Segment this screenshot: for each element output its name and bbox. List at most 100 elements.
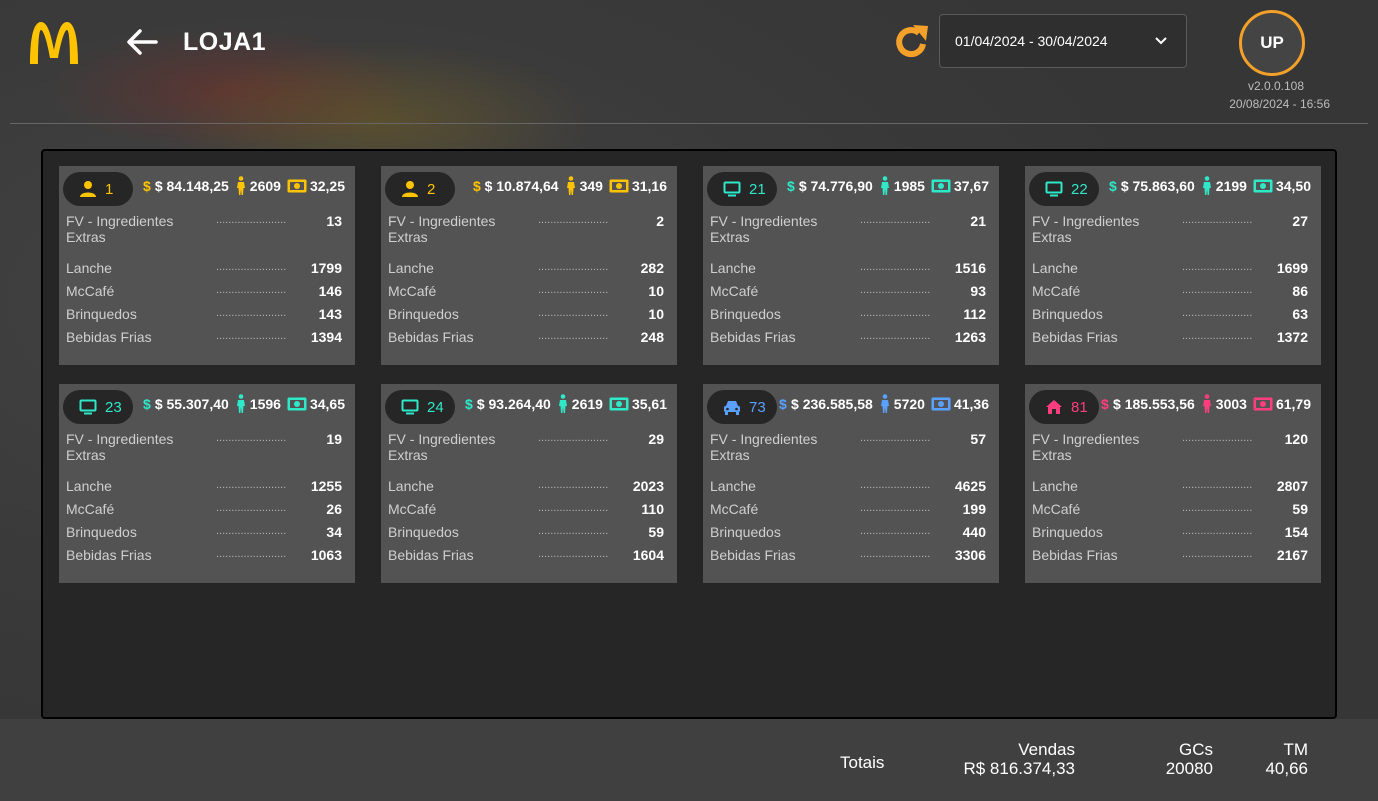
pos-chip: 22 xyxy=(1029,172,1099,206)
item-label: McCafé xyxy=(66,283,115,299)
item-label: Lanche xyxy=(66,260,112,276)
store-card[interactable]: 81 $ $ 185.553,56 3003 61,79 FV - Ingred… xyxy=(1025,384,1321,583)
sales-value: $ 185.553,56 xyxy=(1113,396,1195,412)
person-walking-icon xyxy=(1201,394,1213,414)
pos-code: 22 xyxy=(1071,180,1088,198)
dot-leader: ....................... xyxy=(860,479,931,491)
store-card[interactable]: 1 $ $ 84.148,25 2609 32,25 FV - Ingredie… xyxy=(59,166,355,365)
item-label: Bebidas Frias xyxy=(388,329,474,345)
sales-stat: $ $ 185.553,56 xyxy=(1101,396,1195,412)
ticket-value: 34,65 xyxy=(309,396,345,412)
guests-value: 349 xyxy=(579,178,603,194)
item-value: 282 xyxy=(640,260,664,276)
item-label: Brinquedos xyxy=(66,306,137,322)
guests-value: 2619 xyxy=(571,396,603,412)
item-label: McCafé xyxy=(710,283,759,299)
item-label: FV - Ingredientes Extras xyxy=(710,431,818,463)
guests-value: 3003 xyxy=(1215,396,1247,412)
version-text: v2.0.0.108 xyxy=(1247,79,1304,93)
pos-code: 81 xyxy=(1071,398,1088,416)
item-value: 3306 xyxy=(954,547,986,563)
sales-value: $ 84.148,25 xyxy=(154,178,229,194)
dot-leader: ....................... xyxy=(1182,284,1253,296)
guests-stat: 2609 xyxy=(235,176,281,196)
monitor-icon xyxy=(723,180,749,198)
sales-value: $ 236.585,58 xyxy=(791,396,873,412)
item-label: Brinquedos xyxy=(388,306,459,322)
card-stats: $ $ 236.585,58 5720 41,36 xyxy=(779,394,989,414)
item-label: McCafé xyxy=(1032,283,1081,299)
store-card[interactable]: 73 $ $ 236.585,58 5720 41,36 FV - Ingred… xyxy=(703,384,999,583)
refresh-icon[interactable] xyxy=(892,22,930,62)
dot-leader: ....................... xyxy=(216,432,287,444)
dot-leader: ....................... xyxy=(860,284,931,296)
store-card[interactable]: 2 $ $ 10.874,64 349 31,16 FV - Ingredien… xyxy=(381,166,677,365)
dot-leader: ....................... xyxy=(216,261,287,273)
pos-code: 23 xyxy=(105,398,122,416)
sales-stat: $ $ 74.776,90 xyxy=(787,178,873,194)
dot-leader: ....................... xyxy=(538,261,609,273)
person-walking-icon xyxy=(235,394,247,414)
sales-total: Vendas R$ 816.374,33 xyxy=(963,740,1075,778)
dot-leader: ....................... xyxy=(860,432,931,444)
ticket-stat: 37,67 xyxy=(931,178,989,194)
dot-leader: ....................... xyxy=(860,261,931,273)
ticket-value: 31,16 xyxy=(631,178,667,194)
item-label: Lanche xyxy=(710,260,756,276)
item-value: 1699 xyxy=(1276,260,1308,276)
item-value: 26 xyxy=(326,501,342,517)
person-icon xyxy=(401,180,427,198)
item-value: 120 xyxy=(1284,431,1308,447)
cash-icon xyxy=(609,179,629,193)
guests-value: 2609 xyxy=(249,178,281,194)
back-arrow-icon[interactable] xyxy=(124,26,160,58)
dollar-icon: $ xyxy=(1109,178,1118,194)
card-stats: $ $ 74.776,90 1985 37,67 xyxy=(787,176,989,196)
updated-timestamp: 20/08/2024 - 16:56 xyxy=(1229,97,1330,111)
store-card[interactable]: 21 $ $ 74.776,90 1985 37,67 FV - Ingredi… xyxy=(703,166,999,365)
pos-chip: 73 xyxy=(707,390,777,424)
header: LOJA1 01/04/2024 - 30/04/2024 UP v2.0.0.… xyxy=(0,0,1378,124)
item-value: 59 xyxy=(648,524,664,540)
pos-code: 1 xyxy=(105,180,114,198)
svg-text:$: $ xyxy=(1101,396,1109,412)
item-label: Lanche xyxy=(1032,260,1078,276)
dot-leader: ....................... xyxy=(216,307,287,319)
pos-chip: 23 xyxy=(63,390,133,424)
totals-footer: Totais Vendas R$ 816.374,33 GCs 20080 TM… xyxy=(0,719,1378,801)
item-value: 154 xyxy=(1284,524,1308,540)
car-icon xyxy=(723,398,749,416)
dot-leader: ....................... xyxy=(1182,525,1253,537)
store-card[interactable]: 23 $ $ 55.307,40 1596 34,65 FV - Ingredi… xyxy=(59,384,355,583)
svg-text:$: $ xyxy=(779,396,787,412)
item-label: Brinquedos xyxy=(710,524,781,540)
dot-leader: ....................... xyxy=(216,479,287,491)
gcs-total: GCs 20080 xyxy=(1166,740,1213,778)
guests-stat: 1985 xyxy=(879,176,925,196)
date-range-select[interactable]: 01/04/2024 - 30/04/2024 xyxy=(939,14,1187,68)
store-card[interactable]: 22 $ $ 75.863,60 2199 34,50 FV - Ingredi… xyxy=(1025,166,1321,365)
cash-icon xyxy=(931,179,951,193)
dot-leader: ....................... xyxy=(538,502,609,514)
cards-panel: 1 $ $ 84.148,25 2609 32,25 FV - Ingredie… xyxy=(41,149,1337,719)
item-label: Bebidas Frias xyxy=(1032,547,1118,563)
item-label: McCafé xyxy=(388,283,437,299)
item-value: 4625 xyxy=(954,478,986,494)
pos-chip: 24 xyxy=(385,390,455,424)
cash-icon xyxy=(1253,179,1273,193)
dot-leader: ....................... xyxy=(1182,479,1253,491)
monitor-icon xyxy=(1045,180,1071,198)
dot-leader: ....................... xyxy=(1182,432,1253,444)
dot-leader: ....................... xyxy=(860,330,931,342)
card-stats: $ $ 185.553,56 3003 61,79 xyxy=(1101,394,1311,414)
person-icon xyxy=(79,180,105,198)
card-stats: $ $ 75.863,60 2199 34,50 xyxy=(1109,176,1311,196)
dot-leader: ....................... xyxy=(538,214,609,226)
dot-leader: ....................... xyxy=(216,214,287,226)
avatar[interactable]: UP xyxy=(1239,10,1305,76)
ticket-stat: 32,25 xyxy=(287,178,345,194)
store-card[interactable]: 24 $ $ 93.264,40 2619 35,61 FV - Ingredi… xyxy=(381,384,677,583)
dot-leader: ....................... xyxy=(538,548,609,560)
dot-leader: ....................... xyxy=(1182,502,1253,514)
item-value: 59 xyxy=(1292,501,1308,517)
